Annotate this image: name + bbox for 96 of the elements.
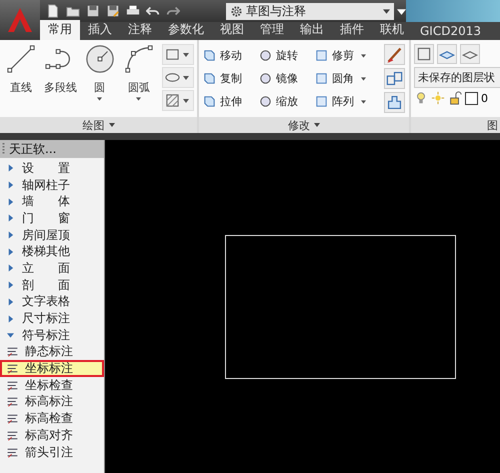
symbol-icon (6, 362, 19, 376)
circle-icon (84, 44, 115, 74)
undo-icon[interactable] (146, 4, 160, 18)
modify-tool-button[interactable]: 移动 (202, 46, 258, 65)
caret-icon (361, 100, 366, 104)
padlock-icon[interactable] (448, 91, 462, 105)
sidebar-item[interactable]: 轴网柱子 (0, 176, 104, 194)
current-layer-name[interactable]: 0 (481, 92, 488, 104)
redo-icon[interactable] (166, 4, 180, 18)
layers-icon[interactable] (437, 44, 457, 64)
folder-icon[interactable] (66, 4, 80, 18)
sidebar-item[interactable]: 房间屋顶 (0, 226, 104, 244)
sidebar-item[interactable]: 尺寸标注 (0, 310, 104, 327)
tool-icon (258, 71, 273, 86)
caret-icon (97, 97, 102, 101)
sidebar-command[interactable]: 标高检查 (0, 410, 104, 427)
sidebar-item[interactable]: 设 置 (0, 160, 104, 177)
sidebar-command[interactable]: 箭头引注 (0, 444, 104, 460)
sidebar-item[interactable]: 剖 面 (0, 276, 104, 294)
modify-tool-button[interactable]: 阵列 (314, 92, 380, 111)
arc-icon (124, 44, 154, 74)
sidebar-command[interactable]: 坐标检查 (0, 376, 104, 394)
modify-tool-button[interactable]: 缩放 (258, 92, 314, 111)
symbol-icon (6, 395, 19, 408)
caret-icon (361, 76, 366, 80)
brush-icon[interactable] (384, 44, 405, 65)
sidebar-item[interactable]: 立 面 (0, 260, 104, 277)
ribbon-tab[interactable]: 联机 (372, 20, 412, 40)
draw-tool-button[interactable]: 多段线 (42, 44, 78, 95)
panel-title-bar[interactable]: 修改 (199, 117, 409, 133)
draw-tool-button[interactable]: 直线 (3, 44, 40, 95)
draw-tool-button[interactable]: 圆 (82, 44, 118, 101)
grip-icon[interactable] (2, 143, 5, 155)
sidebar-command[interactable]: 标高标注 (0, 394, 104, 410)
draw-tool-button[interactable]: 圆弧 (120, 44, 157, 101)
modify-tool-button[interactable]: 修剪 (314, 46, 380, 65)
modify-tool-button[interactable]: 旋转 (258, 46, 314, 65)
ribbon-tab[interactable]: 插入 (80, 20, 120, 40)
rectangle-icon (165, 47, 180, 62)
tool-icon (314, 94, 329, 109)
caret-icon (314, 123, 320, 127)
sidebar-command[interactable]: 标高对齐 (0, 427, 104, 444)
sidebar-item[interactable]: 楼梯其他 (0, 243, 104, 260)
hatch-icon (165, 93, 180, 108)
line-icon (6, 44, 36, 74)
save-as-icon[interactable] (106, 4, 120, 18)
modify-tool-button[interactable]: 圆角 (314, 69, 380, 88)
gear-icon (230, 4, 243, 18)
tool-icon (202, 71, 217, 86)
caret-icon (136, 97, 142, 101)
ribbon-tab[interactable]: 常用 (40, 20, 80, 40)
shape-icon[interactable] (384, 92, 405, 113)
ribbon-tab[interactable]: 视图 (212, 20, 252, 40)
symbol-icon (6, 345, 19, 358)
boxes-icon[interactable] (384, 68, 405, 89)
color-swatch[interactable] (465, 92, 478, 104)
tool-icon (314, 48, 329, 63)
ribbon-tab[interactable]: 插件 (332, 20, 372, 40)
caret-icon (361, 54, 366, 58)
tool-icon (202, 48, 217, 63)
modify-tool-button[interactable]: 拉伸 (202, 92, 258, 111)
ellipse-tool-button[interactable] (162, 67, 194, 88)
symbol-icon (6, 412, 19, 426)
sidebar-item[interactable]: 门 窗 (0, 210, 104, 227)
ribbon-tab[interactable]: 输出 (292, 20, 332, 40)
tool-icon (258, 94, 273, 109)
sidebar-item[interactable]: 文字表格 (0, 294, 104, 310)
sidebar-header: 天正软... (0, 140, 104, 158)
caret-icon (108, 123, 114, 127)
caret-icon (183, 76, 189, 80)
hatch-tool-button[interactable] (162, 90, 194, 111)
new-file-icon[interactable] (46, 4, 60, 18)
ribbon-tab[interactable]: GICD2013 (412, 23, 489, 40)
sidebar-command[interactable]: 静态标注 (0, 344, 104, 360)
workspace-dropdown[interactable]: 草图与注释 (226, 2, 394, 20)
ribbon-tab[interactable]: 注释 (120, 20, 160, 40)
rectangle-tool-button[interactable] (162, 44, 194, 65)
panel-title-bar[interactable]: 图 (411, 117, 500, 133)
modify-tool-button[interactable]: 复制 (202, 69, 258, 88)
layers-icon[interactable] (460, 44, 480, 64)
layer-state-dropdown[interactable]: 未保存的图层状 (414, 67, 500, 88)
sidebar-item[interactable]: 墙 体 (0, 193, 104, 210)
sidebar-command[interactable]: 坐标标注 (0, 360, 104, 377)
caret-icon (183, 52, 189, 56)
ribbon-tab[interactable]: 参数化 (160, 20, 212, 40)
modify-tool-button[interactable]: 镜像 (258, 69, 314, 88)
panel-title-bar[interactable]: 绘图 (0, 117, 197, 133)
ribbon-tab[interactable]: 管理 (252, 20, 292, 40)
layer-properties-icon[interactable] (414, 44, 434, 64)
tool-icon (314, 71, 329, 86)
sidebar-item[interactable]: 符号标注 (0, 326, 104, 344)
lightbulb-icon[interactable] (414, 91, 428, 105)
tool-icon (258, 48, 273, 63)
caret-icon (183, 98, 189, 102)
tool-icon (202, 94, 217, 109)
save-icon[interactable] (86, 4, 100, 18)
